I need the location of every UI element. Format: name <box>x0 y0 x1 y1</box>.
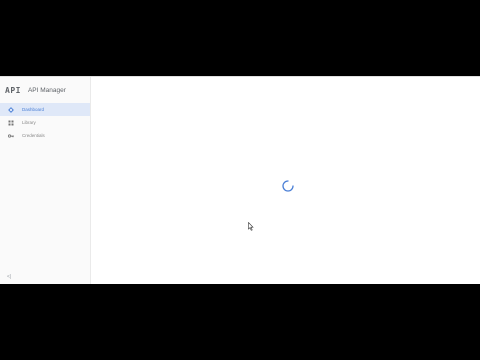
sidebar-item-dashboard[interactable]: Dashboard <box>0 103 90 116</box>
loading-spinner-icon <box>282 180 294 192</box>
sidebar-item-library[interactable]: Library <box>0 116 90 129</box>
sidebar-item-label: Library <box>22 120 36 125</box>
key-icon <box>7 133 14 139</box>
api-logo: API <box>5 85 21 95</box>
dashboard-icon <box>8 106 14 113</box>
app-title: API Manager <box>27 86 66 94</box>
sidebar-item-credentials[interactable]: Credentials <box>0 129 90 142</box>
sidebar-nav: Dashboard Library Credentials <box>0 103 90 142</box>
browser-viewport: API API Manager Dashboard Library Creden… <box>0 76 480 284</box>
brand[interactable]: API API Manager <box>5 84 66 96</box>
collapse-sidebar-button[interactable]: <| <box>7 274 11 280</box>
mouse-cursor-icon <box>248 222 254 231</box>
library-icon <box>8 120 14 126</box>
sidebar: API API Manager Dashboard Library Creden… <box>0 77 91 284</box>
sidebar-item-label: Dashboard <box>22 107 45 112</box>
sidebar-item-label: Credentials <box>22 133 45 138</box>
